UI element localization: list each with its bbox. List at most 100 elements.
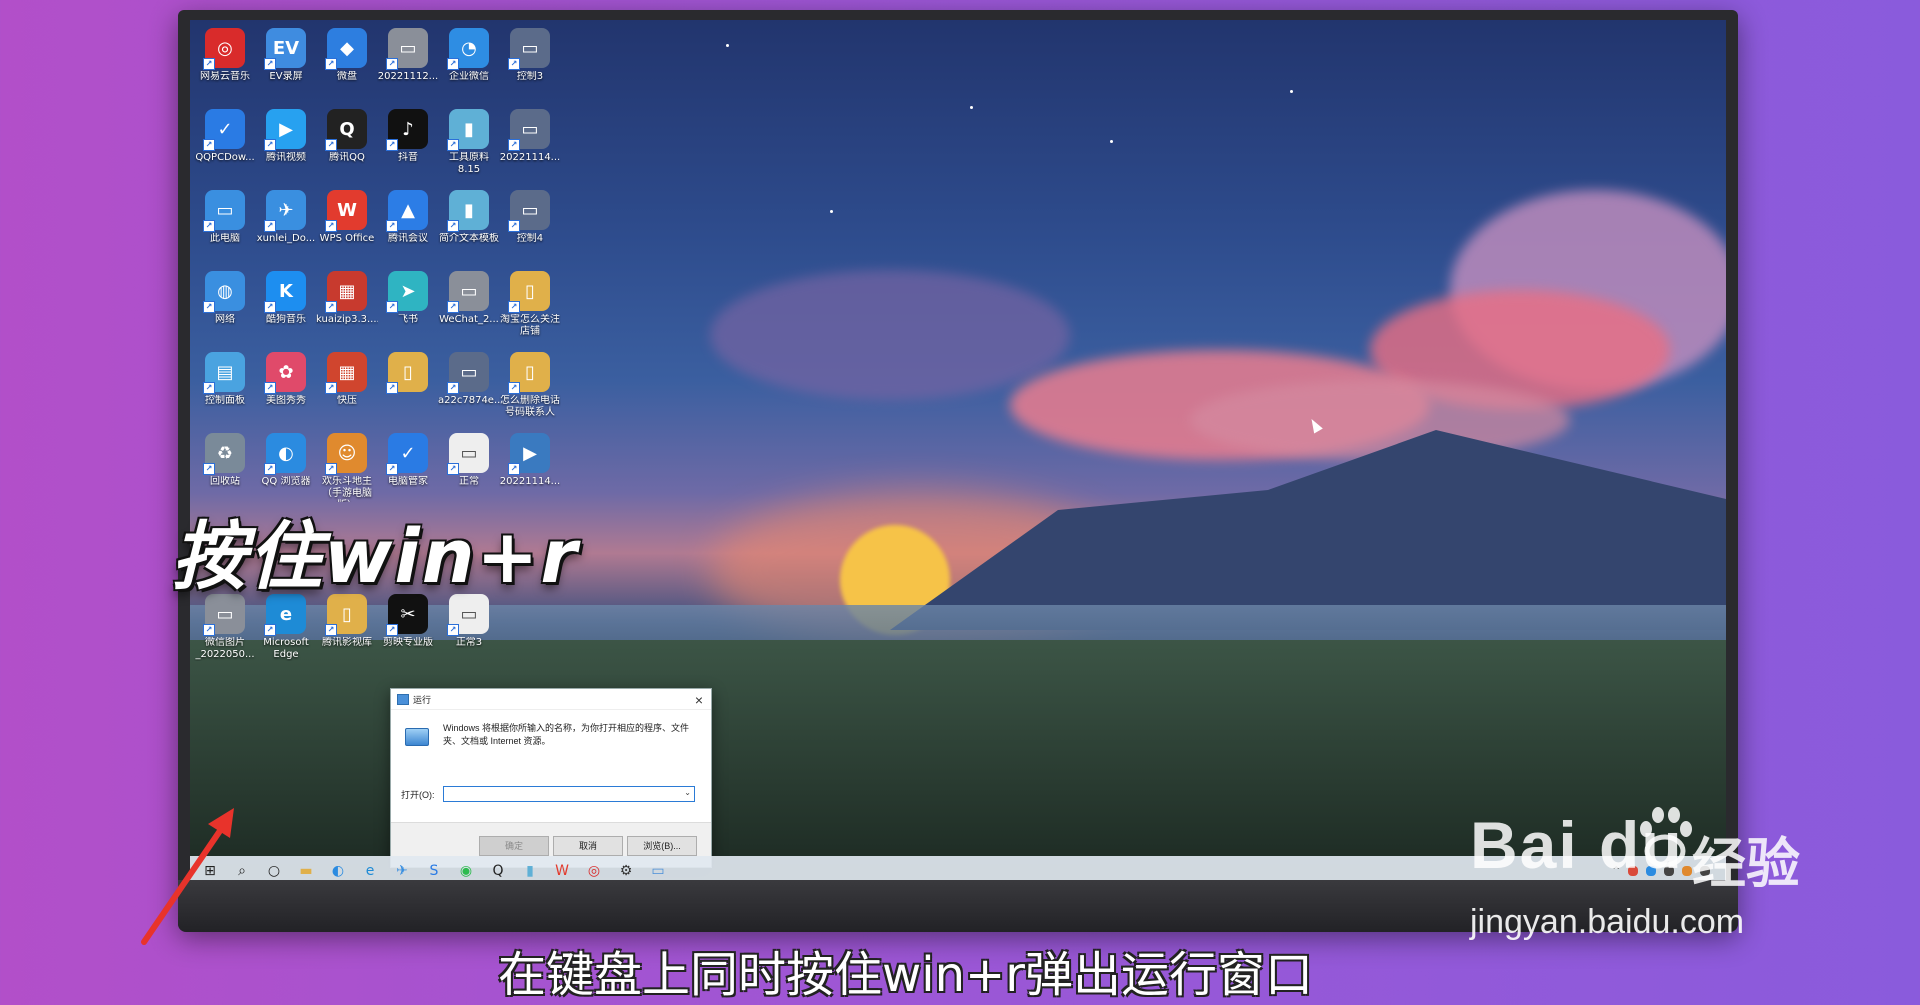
file-explorer-icon[interactable]: ▬ bbox=[290, 858, 322, 880]
wps-icon[interactable]: W bbox=[546, 858, 578, 880]
desktop-icon[interactable]: ▮ ↗ 工具原料8.15 bbox=[438, 105, 500, 183]
shortcut-arrow-icon: ↗ bbox=[203, 463, 215, 475]
run-command-input[interactable]: ⌄ bbox=[443, 786, 695, 802]
app-icon: ◍ ↗ bbox=[203, 271, 245, 313]
shortcut-arrow-icon: ↗ bbox=[264, 220, 276, 232]
netease-music-icon[interactable]: ◎ bbox=[578, 858, 610, 880]
app-icon: ▭ ↗ bbox=[447, 271, 489, 313]
desktop-icon[interactable]: ✓ ↗ 电脑管家 bbox=[377, 429, 439, 507]
desktop-icon[interactable]: ▲ ↗ 腾讯会议 bbox=[377, 186, 439, 264]
shortcut-arrow-icon: ↗ bbox=[447, 301, 459, 313]
run-dialog-title: 运行 bbox=[413, 694, 432, 705]
app-icon: ▯ ↗ bbox=[508, 352, 550, 394]
run-dialog-titlebar[interactable]: 运行 × bbox=[391, 689, 711, 710]
desktop-icon[interactable]: ▭ ↗ 20221114... bbox=[499, 105, 561, 183]
notes-icon[interactable]: ▮ bbox=[514, 858, 546, 880]
desktop-icon-label: xunlei_Do... bbox=[256, 233, 316, 244]
desktop-icon[interactable]: ☺↗欢乐斗地主（手游电脑版） bbox=[316, 429, 378, 507]
desktop-icon-label: 飞书 bbox=[398, 314, 418, 325]
shortcut-arrow-icon: ↗ bbox=[325, 463, 337, 475]
shortcut-arrow-icon: ↗ bbox=[508, 301, 520, 313]
desktop-screen: ◎ ↗ 网易云音乐 EV ↗ EV录屏 ◆ ↗ 微盘 ▭ ↗ 20221112... ◔ ↗ 企业微信 ▭ ↗ 控… bbox=[190, 20, 1726, 880]
desktop-icon[interactable]: Q ↗ 腾讯QQ bbox=[316, 105, 378, 183]
app-icon: ▭ ↗ bbox=[447, 433, 489, 475]
app-icon: ✓ ↗ bbox=[203, 109, 245, 151]
desktop-icon-label: 腾讯影视库 bbox=[322, 637, 372, 648]
open-label: 打开(O): bbox=[401, 789, 435, 800]
desktop-icon[interactable]: ▶ ↗ 腾讯视频 bbox=[255, 105, 317, 183]
desktop-icon[interactable]: ✈ ↗ xunlei_Do... bbox=[255, 186, 317, 264]
desktop-icon[interactable]: ♻ ↗ 回收站 bbox=[194, 429, 256, 507]
shortcut-arrow-icon: ↗ bbox=[264, 624, 276, 636]
desktop-icon[interactable]: ▭ ↗ 控制3 bbox=[499, 24, 561, 102]
desktop-icon[interactable]: ▯ ↗ 淘宝怎么关注店铺 bbox=[499, 267, 561, 345]
desktop-icon[interactable]: ✿ ↗ 美图秀秀 bbox=[255, 348, 317, 426]
app-icon: ▮ ↗ bbox=[447, 109, 489, 151]
shortcut-arrow-icon: ↗ bbox=[264, 139, 276, 151]
desktop-icon[interactable]: ◍ ↗ 网络 bbox=[194, 267, 256, 345]
desktop-icon[interactable]: EV ↗ EV录屏 bbox=[255, 24, 317, 102]
cancel-button[interactable]: 取消 bbox=[553, 836, 623, 856]
settings-icon[interactable]: ⚙ bbox=[610, 858, 642, 880]
desktop-icon[interactable]: ▦ ↗ 快压 bbox=[316, 348, 378, 426]
shortcut-arrow-icon: ↗ bbox=[203, 624, 215, 636]
desktop-icon-label: kuaizip3.3.... bbox=[316, 314, 378, 325]
close-icon[interactable]: × bbox=[695, 692, 703, 708]
desktop-icon[interactable]: W ↗ WPS Office bbox=[316, 186, 378, 264]
desktop-icon[interactable]: ▯ ↗ 怎么删除电话号码联系人 bbox=[499, 348, 561, 426]
app-icon: K ↗ bbox=[264, 271, 306, 313]
desktop-icon[interactable]: ▶ ↗ 20221114... bbox=[499, 429, 561, 507]
sogou-icon[interactable]: S bbox=[418, 858, 450, 880]
desktop-icon[interactable]: ▭ ↗ 控制4 bbox=[499, 186, 561, 264]
shortcut-arrow-icon: ↗ bbox=[447, 463, 459, 475]
desktop-icon[interactable]: ▮ ↗ 简介文本模板 bbox=[438, 186, 500, 264]
red-arrow-icon bbox=[141, 808, 234, 945]
desktop-icon[interactable]: ◐ ↗ QQ 浏览器 bbox=[255, 429, 317, 507]
app-icon: ◐ ↗ bbox=[264, 433, 306, 475]
qq-browser-icon[interactable]: ◐ bbox=[322, 858, 354, 880]
desktop-icon[interactable]: ▭ ↗ 此电脑 bbox=[194, 186, 256, 264]
xunlei-icon[interactable]: ✈ bbox=[386, 858, 418, 880]
desktop-icon[interactable]: ▭ ↗ WeChat_2... bbox=[438, 267, 500, 345]
desktop-icon[interactable]: ◔ ↗ 企业微信 bbox=[438, 24, 500, 102]
desktop-icon-label: 怎么删除电话号码联系人 bbox=[500, 395, 560, 418]
desktop-icon[interactable]: ▭ ↗ a22c7874e... bbox=[438, 348, 500, 426]
shortcut-arrow-icon: ↗ bbox=[203, 301, 215, 313]
run-dialog-description: Windows 将根据你所输入的名称，为你打开相应的程序、文件夹、文档或 Int… bbox=[443, 723, 690, 746]
desktop-icon[interactable]: ◆ ↗ 微盘 bbox=[316, 24, 378, 102]
shortcut-arrow-icon: ↗ bbox=[508, 139, 520, 151]
shortcut-arrow-icon: ↗ bbox=[508, 220, 520, 232]
desktop-icon-label: 快压 bbox=[337, 395, 357, 406]
app-icon: ▤ ↗ bbox=[203, 352, 245, 394]
desktop-icon[interactable]: ▭ ↗ 正常 bbox=[438, 429, 500, 507]
desktop-icon[interactable]: ◎ ↗ 网易云音乐 bbox=[194, 24, 256, 102]
desktop-icon-label: 美图秀秀 bbox=[266, 395, 306, 406]
cloud bbox=[710, 270, 1070, 400]
shortcut-arrow-icon: ↗ bbox=[386, 220, 398, 232]
desktop-icon[interactable]: ▦ ↗ kuaizip3.3.... bbox=[316, 267, 378, 345]
task-view-icon[interactable]: ○ bbox=[258, 858, 290, 880]
shortcut-arrow-icon: ↗ bbox=[508, 463, 520, 475]
baidu-jingyan-watermark: Bai du 经验 jingyan.baidu.com bbox=[1470, 795, 1910, 955]
desktop-icon[interactable]: ✓ ↗ QQPCDow... bbox=[194, 105, 256, 183]
edge-icon[interactable]: e bbox=[354, 858, 386, 880]
desktop-icon[interactable]: ♪ ↗ 抖音 bbox=[377, 105, 439, 183]
wechat-icon[interactable]: ◉ bbox=[450, 858, 482, 880]
desktop-icon[interactable]: ▯ ↗ bbox=[377, 348, 439, 426]
run-dialog[interactable]: 运行 × Windows 将根据你所输入的名称，为你打开相应的程序、文件夹、文档… bbox=[390, 688, 712, 868]
desktop-icon-label: 网络 bbox=[215, 314, 235, 325]
desktop-icon[interactable]: ▤ ↗ 控制面板 bbox=[194, 348, 256, 426]
desktop-icon[interactable]: ▭ ↗ 20221112... bbox=[377, 24, 439, 102]
browse-button[interactable]: 浏览(B)... bbox=[627, 836, 697, 856]
app-icon: ▶ ↗ bbox=[264, 109, 306, 151]
run-window-icon[interactable]: ▭ bbox=[642, 858, 674, 880]
shortcut-arrow-icon: ↗ bbox=[386, 624, 398, 636]
app-icon: ♻ ↗ bbox=[203, 433, 245, 475]
chevron-down-icon[interactable]: ⌄ bbox=[684, 788, 691, 797]
app-icon: ✓ ↗ bbox=[386, 433, 428, 475]
ok-button[interactable]: 确定 bbox=[479, 836, 549, 856]
qq-icon[interactable]: Q bbox=[482, 858, 514, 880]
star bbox=[726, 44, 729, 47]
desktop-icon[interactable]: K ↗ 酷狗音乐 bbox=[255, 267, 317, 345]
desktop-icon[interactable]: ➤ ↗ 飞书 bbox=[377, 267, 439, 345]
